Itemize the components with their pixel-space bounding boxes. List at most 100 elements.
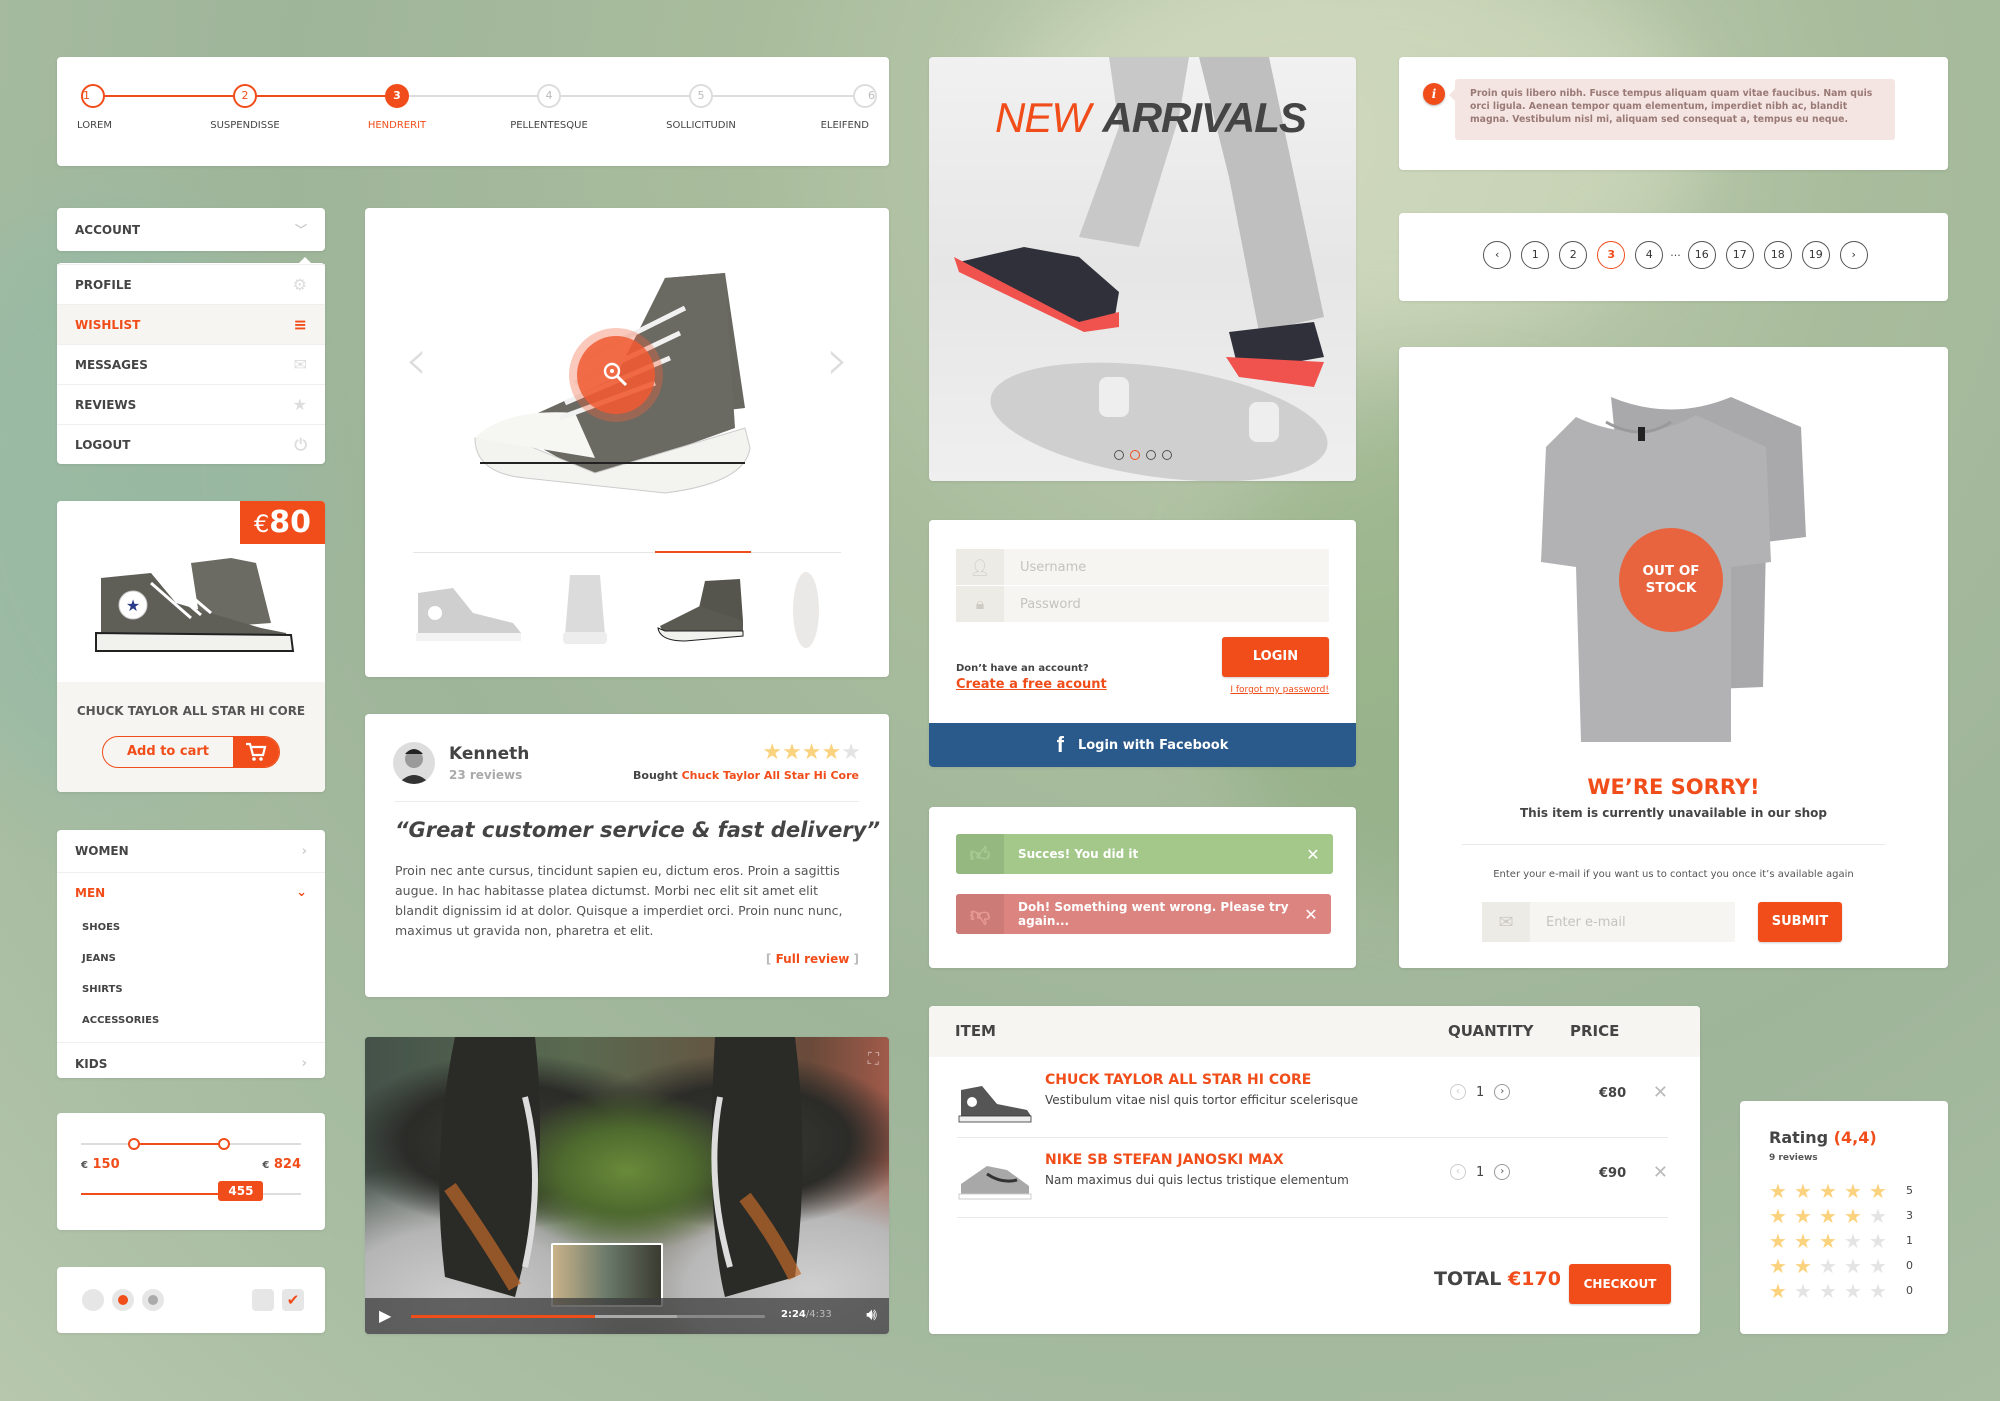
menu-item-messages[interactable]: MESSAGES ✉ [57,344,325,384]
thumbnail-back-view[interactable] [560,570,610,650]
submit-button[interactable]: SUBMIT [1758,902,1842,942]
range-max-handle[interactable] [218,1138,230,1150]
thumbnail-angle-view[interactable] [655,576,750,646]
category-women[interactable]: WOMEN › [57,830,325,872]
video-progress-track[interactable] [411,1315,765,1318]
page-18-button[interactable]: 18 [1763,241,1792,269]
currency-symbol: € [262,1160,270,1171]
step-3[interactable]: 3 HENDRERIT [327,84,467,131]
category-label: WOMEN [75,844,129,858]
gallery-prev-arrow[interactable]: ‹ [405,328,427,393]
envelope-icon: ✉ [293,355,307,374]
gallery-next-arrow[interactable]: › [827,328,849,393]
menu-item-wishlist[interactable]: WISHLIST ≡ [57,304,325,344]
svg-text:★: ★ [126,596,140,615]
unavailable-text: This item is currently unavailable in ou… [1520,806,1827,820]
remove-item-icon[interactable]: ✕ [1653,1162,1668,1183]
radio-checked[interactable] [112,1289,134,1311]
play-icon[interactable]: ▶ [379,1306,391,1325]
email-input[interactable] [1530,914,1735,930]
carousel-dots [929,445,1356,464]
subcategory-accessories[interactable]: ACCESSORIES [57,1005,325,1036]
thumbnail-sole-view[interactable] [791,570,821,650]
page-next-button[interactable]: › [1839,241,1868,269]
checkbox-checked[interactable]: ✔ [282,1289,304,1311]
page-1-button[interactable]: 1 [1521,241,1550,269]
forgot-password-link[interactable]: I forgot my password! [1230,685,1329,695]
star-filled-icon: ★ [1844,1178,1862,1203]
radio-unchecked[interactable] [82,1289,104,1311]
cart-icon [232,737,279,767]
checkbox-unchecked[interactable] [252,1289,274,1311]
thumbs-down-icon: 👎︎ [956,894,1004,934]
account-dropdown[interactable]: ACCOUNT ﹀ [57,208,325,251]
menu-item-logout[interactable]: LOGOUT ⏻ [57,424,325,464]
step-6[interactable]: 6 ELEIFEND [729,84,877,131]
info-icon: i [1423,83,1445,105]
cart-item-name[interactable]: NIKE SB STEFAN JANOSKI MAX [1045,1152,1284,1168]
rating-row[interactable]: ★ ★ ★ ★ ★ 0 [1769,1253,1913,1278]
radio-disabled[interactable] [142,1289,164,1311]
category-men[interactable]: MEN ⌄ [57,872,325,912]
carousel-dot[interactable] [1129,450,1140,460]
page-17-button[interactable]: 17 [1725,241,1754,269]
password-input[interactable] [1004,596,1329,612]
decrease-quantity-button[interactable]: ‹ [1450,1084,1466,1100]
menu-item-profile[interactable]: PROFILE ⚙ [57,264,325,304]
carousel-dot[interactable] [1113,450,1124,460]
account-menu: PROFILE ⚙ WISHLIST ≡ MESSAGES ✉ REVIEWS ★ LO… [57,257,325,464]
category-kids[interactable]: KIDS › [57,1042,325,1084]
cart-item-name[interactable]: CHUCK TAYLOR ALL STAR HI CORE [1045,1072,1311,1088]
sneaker-image[interactable]: ★ [81,533,301,663]
close-icon[interactable]: ✕ [1293,845,1333,864]
close-icon[interactable]: ✕ [1291,905,1331,924]
menu-caret [299,257,311,263]
volume-icon[interactable]: 🔊︎ [866,1305,877,1325]
remove-item-icon[interactable]: ✕ [1653,1082,1668,1103]
rating-row[interactable]: ★ ★ ★ ★ ★ 1 [1769,1228,1913,1253]
subcategory-jeans[interactable]: JEANS [57,943,325,974]
rating-row[interactable]: ★ ★ ★ ★ ★ 3 [1769,1203,1913,1228]
star-filled-icon: ★ [1769,1228,1787,1253]
carousel-dot[interactable] [1161,450,1172,460]
page-3-button[interactable]: 3 [1597,241,1626,269]
increase-quantity-button[interactable]: › [1494,1164,1511,1180]
add-to-cart-button[interactable]: Add to cart [102,736,280,768]
range-min-handle[interactable] [127,1138,140,1150]
decrease-quantity-button[interactable]: ‹ [1450,1164,1466,1180]
menu-item-reviews[interactable]: REVIEWS ★ [57,384,325,424]
bought-product-link[interactable]: Chuck Taylor All Star Hi Core [682,769,859,782]
star-empty-icon: ★ [1869,1203,1887,1228]
create-account-link[interactable]: Create a free acount [956,677,1107,692]
username-input[interactable] [1004,559,1329,575]
subcategory-shoes[interactable]: SHOES [57,912,325,943]
facebook-login-button[interactable]: f Login with Facebook [929,723,1356,767]
zoom-button[interactable] [569,328,663,422]
full-review-link[interactable]: [ Full review ] [766,952,859,966]
page-16-button[interactable]: 16 [1687,241,1716,269]
new-arrivals-banner[interactable]: NEW ARRIVALS [929,57,1356,481]
step-2[interactable]: 2 SUSPENDISSE [175,84,315,131]
rating-row[interactable]: ★ ★ ★ ★ ★ 5 [1769,1178,1913,1203]
fullscreen-icon[interactable]: ⛶ [868,1049,879,1069]
min-value: 150 [92,1157,120,1172]
increase-quantity-button[interactable]: › [1494,1084,1511,1100]
star-filled-icon: ★ [1769,1203,1787,1228]
page-prev-button[interactable]: ‹ [1483,241,1512,269]
carousel-dot[interactable] [1145,450,1156,460]
thumbnail-side-view[interactable] [413,578,523,648]
rating-row[interactable]: ★ ★ ★ ★ ★ 0 [1769,1278,1913,1303]
cart-item-image [958,1166,1032,1200]
login-button[interactable]: LOGIN [1222,637,1329,677]
page-2-button[interactable]: 2 [1559,241,1588,269]
page-4-button[interactable]: 4 [1635,241,1664,269]
subcategory-shirts[interactable]: SHIRTS [57,974,325,1005]
page-19-button[interactable]: 19 [1801,241,1830,269]
info-alert-card: i Proin quis libero nibh. Fusce tempus a… [1399,57,1948,170]
step-4[interactable]: 4 PELLENTESQUE [479,84,619,131]
slider-value-handle[interactable]: 455 [218,1181,264,1201]
video-time: 2:24/4:33 [781,1309,832,1320]
cart-row: CHUCK TAYLOR ALL STAR HI CORE Vestibulum… [957,1058,1668,1138]
checkout-button[interactable]: CHECKOUT [1569,1264,1671,1304]
reviewer-name[interactable]: Kenneth [449,744,529,764]
